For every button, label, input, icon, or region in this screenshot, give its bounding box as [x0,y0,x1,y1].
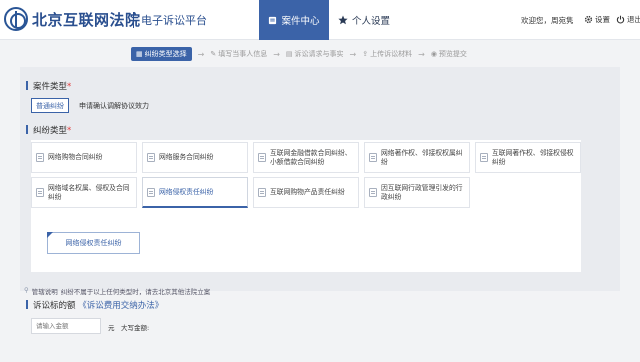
document-icon [269,16,277,24]
case-type-title-text: 案件类型 [33,82,68,92]
upload-icon: ⇪ [362,50,369,58]
document-icon [258,188,266,197]
section-marker [26,125,28,134]
dispute-card-label: 互联网购物产品责任纠纷 [270,188,345,197]
court-logo-icon [4,7,28,31]
step-label: 诉讼请求与事实 [294,50,344,58]
case-type-common-tab[interactable]: 普通纠纷 [31,98,69,113]
dispute-card-domain-name[interactable]: 网络域名权属、侵权及合同纠纷 [31,177,137,208]
step-preview-submit[interactable]: ◉ 预览提交 [431,49,467,59]
nav-personal-settings-label: 个人设置 [351,16,390,27]
document-icon [480,153,488,162]
progress-steps: ▦ 纠纷类型选择 → ✎ 填写当事人信息 → ▤ 诉讼请求与事实 → ⇪ 上传诉… [131,47,467,61]
arrow-icon: → [273,49,280,59]
document-icon [36,188,44,197]
document-icon [258,153,266,162]
document-icon [147,153,155,162]
amount-title-text: 诉讼标的额 [33,301,76,311]
case-type-title: 案件类型* [33,80,71,92]
step-label: 上传诉讼材料 [370,50,413,58]
dispute-card-label: 网络购物合同纠纷 [48,153,103,162]
eye-icon: ◉ [430,50,437,58]
step-claims-facts[interactable]: ▤ 诉讼请求与事实 [286,49,344,59]
case-type-confirm-mediation-tab[interactable]: 申请确认调解协议效力 [75,98,153,113]
amount-unit: 元 [108,324,115,332]
selected-corner-mark [47,232,53,238]
power-icon [616,15,625,24]
dispute-card-copyright-infringement[interactable]: 互联网著作权、邻接权侵权纠纷 [475,142,581,173]
dispute-card-label: 网络著作权、邻接权权属纠纷 [381,148,463,166]
location-pin-icon: ⚲ [24,286,29,294]
dispute-card-online-service-contract[interactable]: 网络服务合同纠纷 [142,142,248,173]
top-header: 北京互联网法院 电子诉讼平台 案件中心 个人设置 欢迎您，周宛隽 设置 退出 [0,0,640,40]
note-icon: ▤ [285,50,293,58]
dispute-card-label: 网络域名权属、侵权及合同纠纷 [48,183,130,201]
document-icon [369,188,377,197]
required-mark: * [67,126,72,136]
dispute-card-label: 互联网著作权、邻接权侵权纠纷 [492,148,574,166]
logout-button[interactable]: 退出 [616,14,640,25]
platform-name: 电子诉讼平台 [141,14,207,27]
dispute-card-copyright-ownership[interactable]: 网络著作权、邻接权权属纠纷 [364,142,470,173]
required-mark: * [67,82,72,92]
header-divider [133,12,134,28]
welcome-text: 欢迎您，周宛隽 [521,16,574,25]
jurisdiction-note: ⚲ 管辖说明 纠纷不属于以上任何类型时，请去北京其他法院立案 [24,286,210,296]
nav-case-center[interactable]: 案件中心 [259,0,329,40]
dispute-card-label: 网络侵权责任纠纷 [159,187,214,196]
step-label: 预览提交 [438,50,467,58]
dispute-type-title-text: 纠纷类型 [33,126,68,136]
dispute-card-administrative[interactable]: 因互联网行政管理引发的行政纠纷 [364,177,470,208]
amount-input[interactable] [31,318,101,334]
note-prefix: 管辖说明 [31,288,58,296]
pencil-icon: ✎ [210,50,217,58]
settings-button[interactable]: 设置 [584,14,610,25]
amount-uppercase-label: 大写金额: [121,324,150,332]
settings-label: 设置 [595,15,610,24]
court-name: 北京互联网法院 [32,11,141,29]
step-upload-materials[interactable]: ⇪ 上传诉讼材料 [362,49,412,59]
step-label: 填写当事人信息 [218,50,268,58]
step-label: 纠纷类型选择 [144,50,187,58]
arrow-icon: → [197,49,205,59]
document-icon [36,153,44,162]
step-party-info[interactable]: ✎ 填写当事人信息 [210,49,267,59]
star-icon [338,15,348,25]
nav-case-center-label: 案件中心 [281,16,320,27]
grid-icon: ▦ [136,50,143,58]
nav-personal-settings[interactable]: 个人设置 [329,0,399,40]
dispute-card-product-liability[interactable]: 互联网购物产品责任纠纷 [253,177,359,208]
logout-label: 退出 [627,15,640,24]
document-icon [369,153,377,162]
arrow-icon: → [418,49,425,59]
section-marker [26,300,28,309]
dispute-card-label: 互联网金融借款合同纠纷、小额借款合同纠纷 [270,148,352,166]
step-dispute-type[interactable]: ▦ 纠纷类型选择 [131,47,192,61]
gear-icon [584,15,593,24]
dispute-card-online-shopping-contract[interactable]: 网络购物合同纠纷 [31,142,137,173]
dispute-type-title: 纠纷类型* [33,124,71,136]
fee-rules-link[interactable]: 《诉讼费用交纳办法》 [78,301,163,311]
dispute-card-online-infringement-liability[interactable]: 网络侵权责任纠纷 [142,177,248,208]
dispute-card-internet-finance-loan[interactable]: 互联网金融借款合同纠纷、小额借款合同纠纷 [253,142,359,173]
note-text: 纠纷不属于以上任何类型时，请去北京其他法院立案 [60,288,211,296]
document-icon [147,187,155,197]
sub-dispute-option[interactable]: 网络侵权责任纠纷 [47,232,140,254]
dispute-card-label: 因互联网行政管理引发的行政纠纷 [381,183,463,201]
arrow-icon: → [349,49,357,59]
amount-title: 诉讼标的额 《诉讼费用交纳办法》 [33,299,163,311]
dispute-card-label: 网络服务合同纠纷 [159,153,214,162]
section-marker [26,81,28,90]
